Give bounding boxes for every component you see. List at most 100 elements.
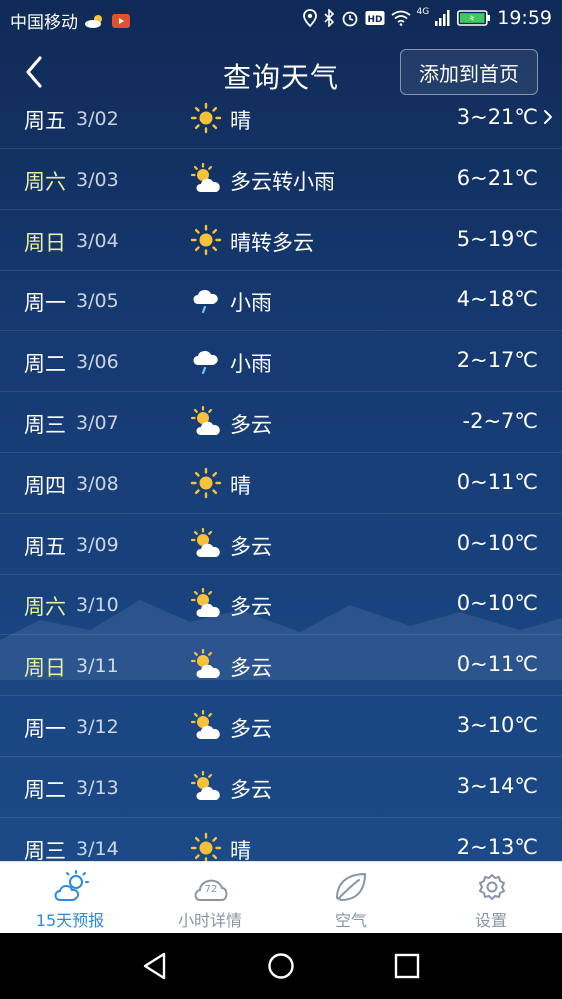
leaf-icon [336, 873, 366, 901]
tab-label: 小时详情 [177, 911, 242, 930]
forecast-row[interactable]: 周六 3/03 多云转小雨 6~21℃ [0, 149, 562, 210]
weather-condition: 多云 [230, 656, 272, 681]
partly-cloudy-icon [190, 405, 222, 438]
tab-air[interactable]: 空气 [281, 862, 421, 934]
forecast-date: 3/08 [76, 472, 119, 495]
sun-icon [190, 467, 222, 499]
tab-label: 15天预报 [35, 911, 105, 930]
forecast-date: 3/14 [76, 837, 119, 860]
video-app-icon [112, 13, 130, 28]
carrier-label: 中国移动 [10, 13, 78, 33]
day-of-week: 周三 [24, 413, 66, 437]
forecast-row[interactable]: 周一 3/05 小雨 4~18℃ [0, 270, 562, 332]
forecast-row[interactable]: 周六 3/10 多云 0~10℃ [0, 574, 562, 636]
forecast-date: 3/10 [76, 594, 119, 617]
weather-condition: 多云 [230, 777, 272, 802]
day-of-week: 周一 [24, 717, 66, 741]
location-icon [302, 9, 317, 27]
forecast-date: 3/04 [76, 229, 119, 252]
weather-condition: 晴 [230, 838, 251, 861]
gear-icon [479, 874, 505, 900]
forecast-row[interactable]: 周三 3/07 多云 -2~7℃ [0, 392, 562, 453]
day-of-week: 周五 [24, 534, 66, 559]
temperature-range: 6~21℃ [456, 165, 538, 190]
nav-recent-apps-icon[interactable] [392, 951, 422, 981]
day-of-week: 周二 [24, 777, 66, 802]
forecast-row[interactable]: 周二 3/13 多云 3~14℃ [0, 757, 562, 818]
status-bar: 中国移动 HD 4G 19:59 [0, 0, 562, 38]
temperature-range: 2~17℃ [456, 348, 538, 373]
network-type: 4G [416, 7, 430, 17]
temperature-range: 0~11℃ [456, 652, 538, 677]
temperature-range: 4~18℃ [456, 287, 538, 312]
sun-icon [190, 224, 222, 256]
weather-app: 中国移动 HD 4G 19:59 查询天气 添加到首页 周五 3/02 晴 3~… [0, 0, 562, 999]
temperature-range: 3~14℃ [456, 773, 538, 798]
forecast-row[interactable]: 周日 3/04 晴转多云 5~19℃ [0, 210, 562, 271]
day-of-week: 周六 [24, 595, 66, 620]
partly-cloudy-icon [190, 770, 222, 803]
forecast-list[interactable]: 周五 3/02 晴 3~21℃ 周六 3/03 多云转小雨 6~21℃ 周日 3/04 晴转多云 5~… [0, 86, 562, 861]
weather-condition: 晴 [230, 109, 251, 133]
forecast-row[interactable]: 周日 3/11 多云 0~11℃ [0, 635, 562, 697]
partly-cloudy-icon [190, 649, 222, 681]
forecast-date: 3/11 [76, 655, 119, 678]
chevron-right-icon[interactable] [542, 108, 554, 126]
sun-icon [190, 102, 222, 134]
weather-notification-icon [85, 14, 102, 28]
signal-icon [435, 10, 450, 26]
tab-15day-forecast[interactable]: 15天预报 [0, 862, 140, 934]
temperature-range: 5~19℃ [456, 226, 538, 251]
partly-cloudy-icon [190, 588, 222, 620]
forecast-row[interactable]: 周二 3/06 小雨 2~17℃ [0, 331, 562, 393]
bluetooth-icon [323, 9, 334, 27]
day-of-week: 周二 [24, 352, 66, 377]
nav-home-icon[interactable] [266, 951, 296, 981]
alarm-icon [342, 11, 357, 27]
day-of-week: 周日 [24, 230, 66, 255]
forecast-row[interactable]: 周五 3/09 多云 0~10℃ [0, 514, 562, 575]
weather-condition: 小雨 [230, 291, 272, 316]
weather-condition: 晴转多云 [230, 230, 314, 255]
svg-text:HD: HD [367, 15, 382, 25]
forecast-date: 3/13 [76, 776, 119, 799]
weather-condition: 多云 [230, 534, 272, 559]
partly-cloudy-icon [190, 709, 222, 742]
forecast-date: 3/06 [76, 351, 119, 374]
forecast-date: 3/12 [76, 716, 119, 738]
forecast-row[interactable]: 周三 3/14 晴 2~13℃ [0, 818, 562, 861]
clock: 19:59 [497, 7, 552, 29]
temperature-range: 0~11℃ [456, 469, 538, 494]
weather-condition: 晴 [230, 473, 251, 498]
temperature-range: 0~10℃ [456, 591, 538, 616]
forecast-date: 3/02 [76, 108, 119, 130]
hd-icon: HD [365, 11, 385, 25]
light-rain-icon [190, 284, 222, 316]
forecast-row[interactable]: 周一 3/12 多云 3~10℃ [0, 696, 562, 757]
day-of-week: 周六 [24, 169, 66, 194]
forecast-date: 3/05 [76, 290, 119, 313]
weather-condition: 多云转小雨 [230, 169, 335, 194]
temperature-range: 3~21℃ [456, 105, 538, 129]
temperature-range: 2~13℃ [456, 834, 538, 859]
forecast-date: 3/09 [76, 533, 119, 556]
day-of-week: 周日 [24, 656, 66, 681]
forecast-date: 3/03 [76, 168, 119, 191]
day-of-week: 周四 [24, 473, 66, 498]
system-navigation-bar [0, 933, 562, 999]
weather-condition: 多云 [230, 413, 272, 437]
forecast-row[interactable]: 周四 3/08 晴 0~11℃ [0, 453, 562, 514]
forecast-row[interactable]: 周五 3/02 晴 3~21℃ [0, 88, 562, 149]
tab-settings[interactable]: 设置 [421, 862, 561, 934]
tab-hourly-details[interactable]: 72 小时详情 [140, 862, 280, 934]
wifi-icon [390, 10, 411, 26]
weather-condition: 多云 [230, 717, 272, 741]
day-of-week: 周五 [24, 109, 66, 133]
hourly-badge-number: 72 [205, 884, 218, 895]
day-of-week: 周一 [24, 291, 66, 316]
temperature-range: 3~10℃ [456, 713, 538, 737]
nav-back-icon[interactable] [140, 951, 170, 981]
partly-cloudy-icon [190, 527, 222, 560]
partly-cloudy-icon [190, 162, 222, 195]
forecast-date: 3/07 [76, 412, 119, 434]
